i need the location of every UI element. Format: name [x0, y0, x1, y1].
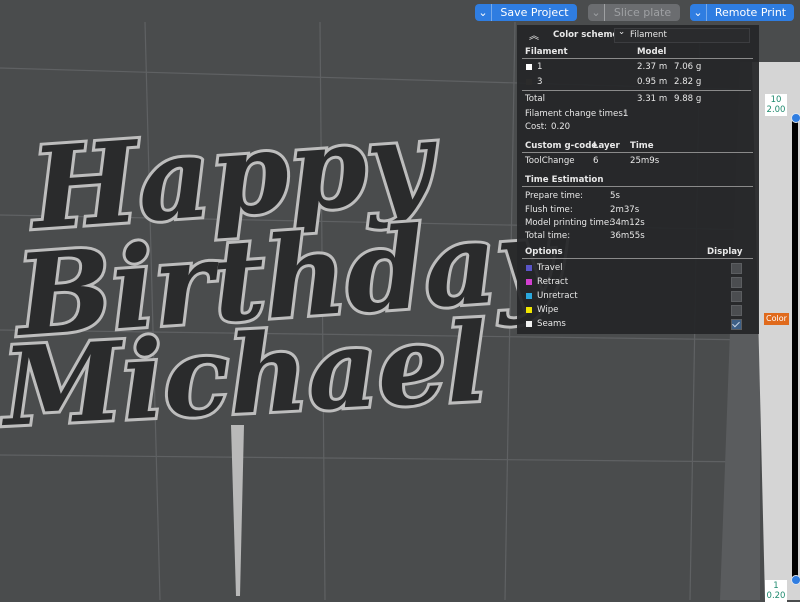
option-label: Seams — [537, 319, 566, 329]
option-row-unretract[interactable]: Unretract — [517, 289, 759, 303]
filament-row: 3 0.95 m 2.82 g — [517, 76, 759, 90]
save-project-label: Save Project — [500, 6, 569, 19]
filament-length: 0.95 m — [637, 77, 668, 87]
time-label: Model printing time: — [525, 218, 613, 228]
chevron-down-icon[interactable]: ⌄ — [690, 4, 707, 21]
seams-checkbox[interactable] — [731, 319, 742, 330]
divider — [522, 258, 753, 259]
top-layer-height: 2.00 — [766, 105, 786, 115]
bottom-layer-number: 1 — [773, 581, 779, 591]
filament-weight: 7.06 g — [674, 62, 702, 72]
option-label: Retract — [537, 277, 569, 287]
cost-value: 0.20 — [551, 122, 571, 132]
cost-label: Cost: — [525, 122, 548, 132]
retract-swatch — [526, 279, 532, 285]
layer-slider-track[interactable] — [792, 118, 798, 579]
unretract-swatch — [526, 293, 532, 299]
layer-header: Layer — [593, 141, 620, 151]
model-text: Happy Birthday Michael — [0, 93, 576, 454]
layer-slider-top-handle[interactable] — [791, 113, 800, 123]
remote-print-label: Remote Print — [714, 6, 787, 19]
bottom-layer-label: 1 0.20 — [765, 580, 787, 602]
divider — [522, 90, 751, 91]
custom-gcode-time: 25m9s — [630, 156, 660, 166]
travel-checkbox[interactable] — [731, 263, 742, 274]
custom-gcode-layer: 6 — [593, 156, 599, 166]
color-scheme-select[interactable]: ⌄ Filament — [614, 27, 750, 43]
filament-header: Filament — [525, 47, 568, 57]
chevron-down-icon[interactable]: ⌄ — [588, 4, 605, 21]
option-row-travel[interactable]: Travel — [517, 261, 759, 275]
time-estimation-header: Time Estimation — [525, 175, 604, 185]
wipe-swatch — [526, 307, 532, 313]
filament-id: 1 — [537, 62, 543, 72]
option-label: Travel — [537, 263, 563, 273]
divider — [522, 186, 753, 187]
time-header: Time — [630, 141, 654, 151]
display-header: Display — [707, 247, 743, 257]
divider — [522, 152, 753, 153]
option-row-retract[interactable]: Retract — [517, 275, 759, 289]
travel-swatch — [526, 265, 532, 271]
filament-length: 2.37 m — [637, 62, 668, 72]
time-value: 2m37s — [610, 205, 640, 215]
custom-gcode-header: Custom g-code — [525, 141, 598, 151]
filament-swatch — [526, 64, 532, 70]
top-layer-label: 10 2.00 — [765, 94, 787, 116]
save-project-button[interactable]: ⌄ Save Project — [475, 4, 577, 21]
option-row-wipe[interactable]: Wipe — [517, 303, 759, 317]
filament-change-times-label: Filament change times: — [525, 109, 626, 119]
slice-plate-label: Slice plate — [613, 6, 672, 19]
time-value: 34m12s — [610, 218, 645, 228]
chevron-down-icon[interactable]: ⌄ — [475, 4, 492, 21]
option-row-seams[interactable]: Seams — [517, 317, 759, 331]
retract-checkbox[interactable] — [731, 277, 742, 288]
time-label: Prepare time: — [525, 191, 584, 201]
slice-plate-button[interactable]: ⌄ Slice plate — [588, 4, 680, 21]
options-header: Options — [525, 247, 563, 257]
collapse-icon[interactable]: ︽ — [529, 27, 539, 42]
filament-swatch — [526, 79, 532, 85]
model-text-line: Michael — [0, 300, 490, 451]
time-value: 5s — [610, 191, 620, 201]
option-label: Wipe — [537, 305, 559, 315]
unretract-checkbox[interactable] — [731, 291, 742, 302]
total-length: 3.31 m — [637, 94, 668, 104]
wipe-checkbox[interactable] — [731, 305, 742, 316]
divider — [522, 58, 753, 59]
remote-print-button[interactable]: ⌄ Remote Print — [690, 4, 794, 21]
total-weight: 9.88 g — [674, 94, 702, 104]
layer-slider-bottom-handle[interactable] — [791, 575, 800, 585]
option-label: Unretract — [537, 291, 578, 301]
filament-row: 1 2.37 m 7.06 g — [517, 61, 759, 75]
custom-gcode-name: ToolChange — [525, 156, 575, 166]
total-label: Total — [525, 94, 546, 104]
color-scheme-value: Filament — [630, 30, 667, 40]
seams-swatch — [526, 321, 532, 327]
filament-change-times-value: 1 — [623, 109, 629, 119]
filament-weight: 2.82 g — [674, 77, 702, 87]
chevron-down-icon: ⌄ — [618, 27, 626, 37]
time-label: Flush time: — [525, 205, 573, 215]
filament-id: 3 — [537, 77, 543, 87]
color-change-tag[interactable]: Color — [764, 313, 789, 325]
model-stick — [231, 425, 244, 596]
time-label: Total time: — [525, 231, 571, 241]
color-scheme-label: Color scheme — [553, 30, 619, 40]
model-header: Model — [637, 47, 667, 57]
gcode-legend-panel: ︽ Color scheme ⌄ Filament Filament Model… — [517, 25, 759, 334]
top-layer-number: 10 — [770, 95, 782, 105]
time-value: 36m55s — [610, 231, 645, 241]
